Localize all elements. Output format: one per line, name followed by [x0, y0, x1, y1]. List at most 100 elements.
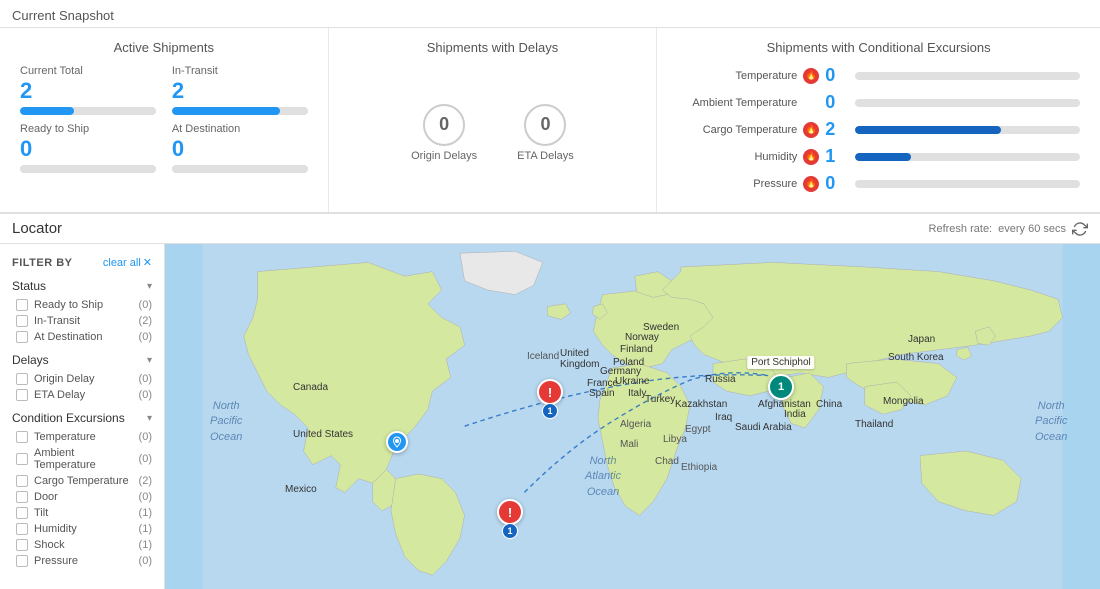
list-item: Tilt (1) [0, 505, 164, 521]
list-item: Door (0) [0, 489, 164, 505]
at-destination-bar [172, 165, 308, 173]
filter-item-left: Humidity [16, 523, 77, 535]
filter-item-label: ETA Delay [34, 389, 85, 401]
location-icon-1[interactable] [386, 431, 408, 453]
excursion-label: Cargo Temperature [677, 124, 797, 136]
filter-checkbox[interactable] [16, 539, 28, 551]
filter-checkbox[interactable] [16, 373, 28, 385]
at-destination-label: At Destination [172, 123, 308, 135]
in-transit-label: In-Transit [172, 65, 308, 77]
filter-checkbox[interactable] [16, 315, 28, 327]
filter-checkbox[interactable] [16, 523, 28, 535]
status-items: Ready to Ship (0) In-Transit (2) At Dest… [0, 297, 164, 345]
excursion-row: Temperature 🔥 0 [677, 65, 1080, 86]
list-item: Humidity (1) [0, 521, 164, 537]
marker-badge-1: 1 [542, 403, 558, 419]
filter-checkbox[interactable] [16, 555, 28, 567]
ready-to-ship-label: Ready to Ship [20, 123, 156, 135]
filter-count: (1) [139, 507, 152, 519]
excursion-label: Pressure [677, 178, 797, 190]
pin-svg [391, 436, 403, 448]
filter-checkbox[interactable] [16, 331, 28, 343]
filter-checkbox[interactable] [16, 299, 28, 311]
teal-marker-1[interactable]: 1 [768, 374, 794, 400]
delays-items: Origin Delay (0) ETA Delay (0) [0, 371, 164, 403]
list-item: Shock (1) [0, 537, 164, 553]
excursion-bar [855, 99, 1080, 107]
filter-item-left: ETA Delay [16, 389, 85, 401]
marker-badge-2: 1 [502, 523, 518, 539]
active-shipments-grid: Current Total 2 In-Transit 2 Ready to Sh… [20, 65, 308, 173]
filter-checkbox[interactable] [16, 507, 28, 519]
filter-count: (1) [139, 539, 152, 551]
filter-count: (0) [139, 373, 152, 385]
delays-section-header[interactable]: Delays ▾ [0, 349, 164, 371]
delays-chevron: ▾ [147, 355, 152, 366]
filter-checkbox[interactable] [16, 431, 28, 443]
filter-item-label: Tilt [34, 507, 48, 519]
in-transit-value: 2 [172, 80, 308, 102]
filter-count: (2) [139, 315, 152, 327]
excursion-row: Humidity 🔥 1 [677, 146, 1080, 167]
filter-by-label: FILTER BY [12, 257, 73, 269]
marker-warning-2[interactable]: ! 1 [497, 499, 523, 525]
warning-icon-2[interactable]: ! [497, 499, 523, 525]
refresh-icon[interactable] [1072, 221, 1088, 237]
list-item: ETA Delay (0) [0, 387, 164, 403]
warning-icon-1[interactable]: ! [537, 379, 563, 405]
status-section-header[interactable]: Status ▾ [0, 275, 164, 297]
filter-count: (0) [139, 491, 152, 503]
list-item: In-Transit (2) [0, 313, 164, 329]
excursion-bar [855, 180, 1080, 188]
filter-item-left: Ambient Temperature [16, 447, 139, 471]
list-item: At Destination (0) [0, 329, 164, 345]
filter-count: (2) [139, 475, 152, 487]
filter-count: (0) [139, 331, 152, 343]
marker-location-1[interactable] [386, 431, 408, 453]
excursion-bar [855, 126, 1080, 134]
locator-section: Locator Refresh rate: every 60 secs FILT… [0, 214, 1100, 589]
excursion-icon: 🔥 [803, 122, 819, 138]
excursion-label: Humidity [677, 151, 797, 163]
refresh-info: Refresh rate: every 60 secs [929, 221, 1088, 237]
excursion-row: Ambient Temperature 0 [677, 92, 1080, 113]
status-section: Status ▾ Ready to Ship (0) In-Transit (2… [0, 275, 164, 345]
clear-icon: ✕ [143, 256, 152, 269]
in-transit-bar-fill [172, 107, 281, 115]
excursions-title: Shipments with Conditional Excursions [677, 40, 1080, 55]
map-container[interactable]: NorthPacificOcean NorthAtlanticOcean Nor… [165, 244, 1100, 589]
locator-title: Locator [12, 220, 62, 237]
conditions-items: Temperature (0) Ambient Temperature (0) … [0, 429, 164, 569]
filter-count: (0) [139, 389, 152, 401]
filter-checkbox[interactable] [16, 453, 28, 465]
list-item: Origin Delay (0) [0, 371, 164, 387]
excursion-row: Pressure 🔥 0 [677, 173, 1080, 194]
current-total-label: Current Total [20, 65, 156, 77]
refresh-value: every 60 secs [998, 223, 1066, 235]
marker-port-schiphol[interactable]: Port Schiphol 1 [768, 374, 794, 400]
filter-checkbox[interactable] [16, 491, 28, 503]
marker-warning-1[interactable]: ! 1 [537, 379, 563, 405]
status-label: Status [12, 279, 46, 293]
delays-section: Delays ▾ Origin Delay (0) ETA Delay (0) [0, 349, 164, 403]
excursion-icon: 🔥 [803, 68, 819, 84]
delays-panel: Shipments with Delays 0 Origin Delays 0 … [329, 28, 658, 212]
locator-body: FILTER BY clear all ✕ Status ▾ Ready to … [0, 244, 1100, 589]
excursion-bar [855, 153, 1080, 161]
filter-checkbox[interactable] [16, 475, 28, 487]
ready-to-ship-stat: Ready to Ship 0 [20, 123, 156, 173]
clear-all-button[interactable]: clear all ✕ [103, 256, 152, 269]
excursion-value: 2 [825, 119, 849, 140]
conditions-chevron: ▾ [147, 413, 152, 424]
filter-item-label: Humidity [34, 523, 77, 535]
excursion-value: 0 [825, 92, 849, 113]
ready-to-ship-value: 0 [20, 138, 156, 160]
excursion-bar-fill [855, 126, 1001, 134]
excursion-label: Temperature [677, 70, 797, 82]
current-total-bar-fill [20, 107, 74, 115]
conditions-section-header[interactable]: Condition Excursions ▾ [0, 407, 164, 429]
filter-checkbox[interactable] [16, 389, 28, 401]
filter-header: FILTER BY clear all ✕ [0, 252, 164, 275]
in-transit-bar [172, 107, 308, 115]
current-total-bar [20, 107, 156, 115]
